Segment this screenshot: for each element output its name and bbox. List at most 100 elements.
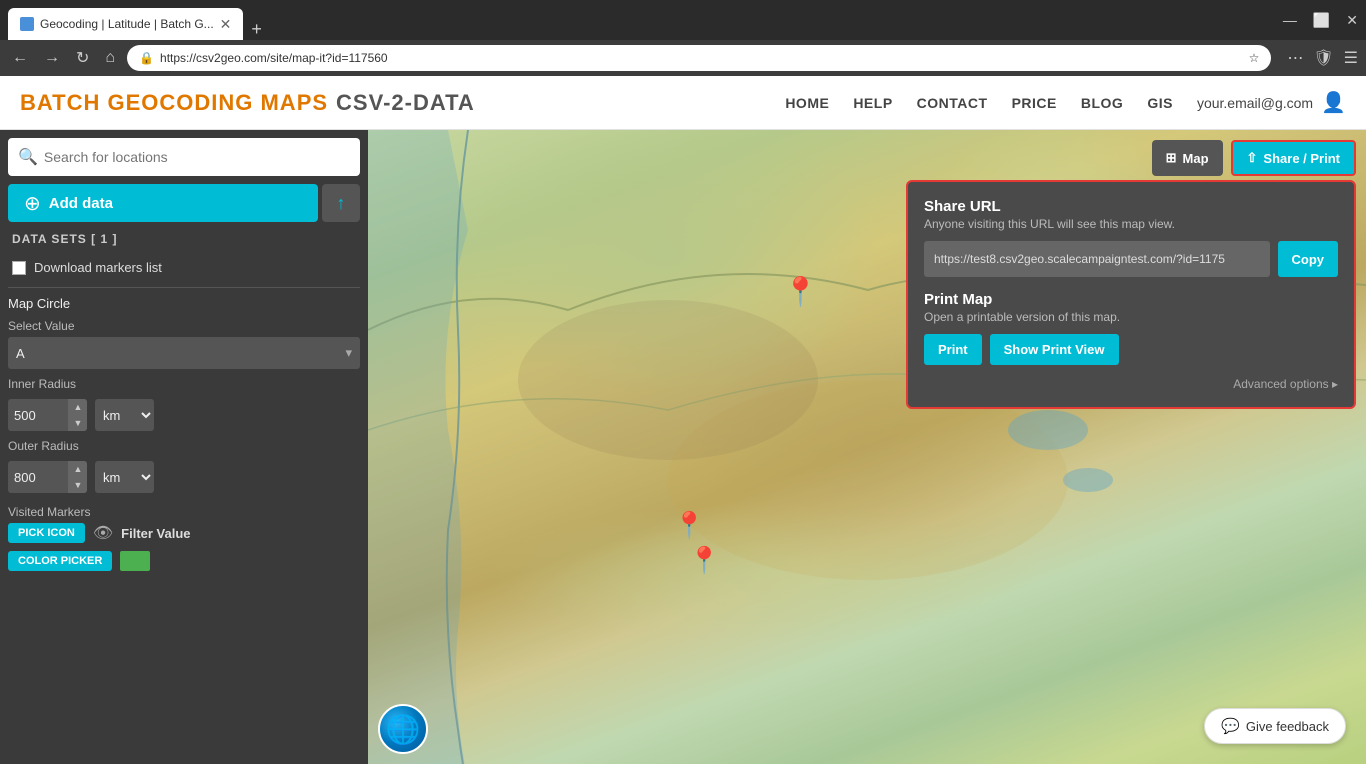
show-print-view-button[interactable]: Show Print View bbox=[990, 334, 1119, 365]
outer-radius-unit[interactable]: km miles m bbox=[95, 461, 154, 493]
outer-radius-input-wrap: ▲ ▼ bbox=[8, 461, 87, 493]
outer-radius-row: ▲ ▼ km miles m bbox=[8, 461, 360, 493]
refresh-button[interactable]: ↻ bbox=[72, 44, 93, 72]
color-swatch[interactable] bbox=[120, 551, 150, 571]
map-view-button[interactable]: ⊞ Map bbox=[1152, 140, 1223, 176]
select-value-text: A bbox=[16, 346, 25, 361]
map-icon: ⊞ bbox=[1166, 150, 1177, 166]
share-print-button[interactable]: ⇧ Share / Print bbox=[1231, 140, 1356, 176]
share-icon: ⇧ bbox=[1247, 150, 1258, 166]
tab-title: Geocoding | Latitude | Batch G... bbox=[40, 17, 214, 31]
address-url[interactable]: https://csv2geo.com/site/map-it?id=11756… bbox=[160, 51, 1243, 65]
give-feedback-button[interactable]: 💬 Give feedback bbox=[1204, 708, 1346, 744]
extensions-icon[interactable]: ⋯ bbox=[1287, 48, 1303, 68]
inner-radius-spinner: ▲ ▼ bbox=[68, 399, 87, 431]
tab-close-btn[interactable]: ✕ bbox=[220, 16, 232, 33]
copy-button[interactable]: Copy bbox=[1278, 241, 1339, 277]
header-nav: HOME HELP CONTACT PRICE BLOG GIS bbox=[785, 95, 1173, 111]
search-input[interactable] bbox=[44, 149, 350, 165]
color-picker-row: COLOR PICKER bbox=[8, 551, 360, 571]
brand-part1: BATCH GEOCODING MAPS bbox=[20, 90, 328, 116]
map-toolbar: ⊞ Map ⇧ Share / Print bbox=[378, 140, 1356, 176]
shield-icon[interactable]: 🛡 bbox=[1313, 48, 1333, 68]
visited-markers-row: PICK ICON 👁 Filter Value bbox=[8, 523, 360, 543]
select-value-dropdown[interactable]: A ▾ bbox=[8, 337, 360, 369]
eye-icon[interactable]: 👁 bbox=[93, 523, 113, 543]
outer-radius-input[interactable] bbox=[8, 470, 68, 485]
globe-icon: 🌐 bbox=[378, 704, 428, 754]
nav-blog[interactable]: BLOG bbox=[1081, 95, 1123, 111]
close-btn[interactable]: ✕ bbox=[1346, 12, 1358, 29]
nav-gis[interactable]: GIS bbox=[1147, 95, 1173, 111]
outer-radius-up-btn[interactable]: ▲ bbox=[69, 461, 87, 477]
share-panel: Share URL Anyone visiting this URL will … bbox=[906, 180, 1356, 409]
search-icon: 🔍 bbox=[18, 147, 38, 167]
map-globe: 🌐 bbox=[378, 704, 428, 754]
inner-radius-up-btn[interactable]: ▲ bbox=[69, 399, 87, 415]
nav-help[interactable]: HELP bbox=[853, 95, 892, 111]
map-btn-label: Map bbox=[1183, 151, 1209, 166]
marker-1[interactable]: 📍 bbox=[783, 275, 818, 308]
upload-button[interactable]: ↑ bbox=[322, 184, 360, 222]
minimize-btn[interactable]: — bbox=[1283, 12, 1297, 29]
active-tab[interactable]: Geocoding | Latitude | Batch G... ✕ bbox=[8, 8, 243, 40]
advanced-options[interactable]: Advanced options ▸ bbox=[924, 377, 1338, 391]
outer-radius-spinner: ▲ ▼ bbox=[68, 461, 87, 493]
inner-radius-input-wrap: ▲ ▼ bbox=[8, 399, 87, 431]
green-pin-icon: 📍 bbox=[688, 545, 720, 575]
outer-radius-down-btn[interactable]: ▼ bbox=[69, 477, 87, 493]
nav-home[interactable]: HOME bbox=[785, 95, 829, 111]
bookmark-star[interactable]: ☆ bbox=[1249, 51, 1260, 65]
lock-icon: 🔒 bbox=[139, 51, 154, 65]
user-email: your.email@g.com bbox=[1197, 95, 1313, 111]
advanced-options-label: Advanced options bbox=[1233, 377, 1328, 391]
share-url-input[interactable] bbox=[924, 241, 1270, 277]
new-tab-button[interactable]: + bbox=[243, 19, 270, 40]
add-data-button[interactable]: ⊕ Add data bbox=[8, 184, 318, 222]
nav-contact[interactable]: CONTACT bbox=[917, 95, 988, 111]
add-data-row: ⊕ Add data ↑ bbox=[8, 184, 360, 222]
print-button[interactable]: Print bbox=[924, 334, 982, 365]
share-url-row: Copy bbox=[924, 241, 1338, 277]
map-circle-label: Map Circle bbox=[8, 296, 360, 311]
address-bar[interactable]: 🔒 https://csv2geo.com/site/map-it?id=117… bbox=[127, 45, 1271, 71]
inner-radius-group: Inner Radius ▲ ▼ km miles m bbox=[8, 377, 360, 431]
app-body: 🔍 ⊕ Add data ↑ DATA SETS [ 1 ] bbox=[0, 130, 1366, 764]
teal-pin-icon: 📍 bbox=[673, 510, 705, 540]
forward-button[interactable]: → bbox=[40, 45, 64, 71]
back-button[interactable]: ← bbox=[8, 45, 32, 71]
blue-pin-icon: 📍 bbox=[783, 276, 818, 307]
add-data-label: Add data bbox=[49, 195, 113, 212]
datasets-header: DATA SETS [ 1 ] bbox=[0, 222, 368, 250]
map-background: 📍 📍 📍 🌐 ⊞ Map bbox=[368, 130, 1366, 764]
sidebar: 🔍 ⊕ Add data ↑ DATA SETS [ 1 ] bbox=[0, 130, 368, 764]
feedback-icon: 💬 bbox=[1221, 717, 1240, 735]
app-wrapper: BATCH GEOCODING MAPS CSV-2-DATA HOME HEL… bbox=[0, 76, 1366, 764]
menu-icon[interactable]: ☰ bbox=[1344, 48, 1358, 68]
print-buttons: Print Show Print View bbox=[924, 334, 1338, 365]
maximize-btn[interactable]: ⬜ bbox=[1313, 12, 1330, 29]
inner-radius-unit[interactable]: km miles m bbox=[95, 399, 154, 431]
share-print-label: Share / Print bbox=[1263, 151, 1340, 166]
share-url-section: Share URL Anyone visiting this URL will … bbox=[924, 198, 1338, 277]
select-value-label: Select Value bbox=[8, 319, 360, 333]
filter-value-label: Filter Value bbox=[121, 526, 190, 541]
inner-radius-down-btn[interactable]: ▼ bbox=[69, 415, 87, 431]
color-picker-button[interactable]: COLOR PICKER bbox=[8, 551, 112, 571]
download-checkbox[interactable] bbox=[12, 261, 26, 275]
globe-emoji: 🌐 bbox=[386, 713, 421, 746]
user-avatar-icon[interactable]: 👤 bbox=[1321, 90, 1346, 115]
print-map-section: Print Map Open a printable version of th… bbox=[924, 291, 1338, 365]
pick-icon-button[interactable]: PICK ICON bbox=[8, 523, 85, 543]
share-url-title: Share URL bbox=[924, 198, 1338, 215]
outer-radius-label: Outer Radius bbox=[8, 439, 360, 453]
browser-chrome: Geocoding | Latitude | Batch G... ✕ + — … bbox=[0, 0, 1366, 40]
marker-2[interactable]: 📍 bbox=[673, 510, 705, 541]
tab-favicon bbox=[20, 17, 34, 31]
inner-radius-input[interactable] bbox=[8, 408, 68, 423]
nav-price[interactable]: PRICE bbox=[1012, 95, 1057, 111]
print-map-subtitle: Open a printable version of this map. bbox=[924, 310, 1338, 324]
chevron-right-icon: ▸ bbox=[1332, 377, 1338, 391]
marker-3[interactable]: 📍 bbox=[688, 545, 720, 576]
home-button[interactable]: ⌂ bbox=[101, 45, 119, 71]
